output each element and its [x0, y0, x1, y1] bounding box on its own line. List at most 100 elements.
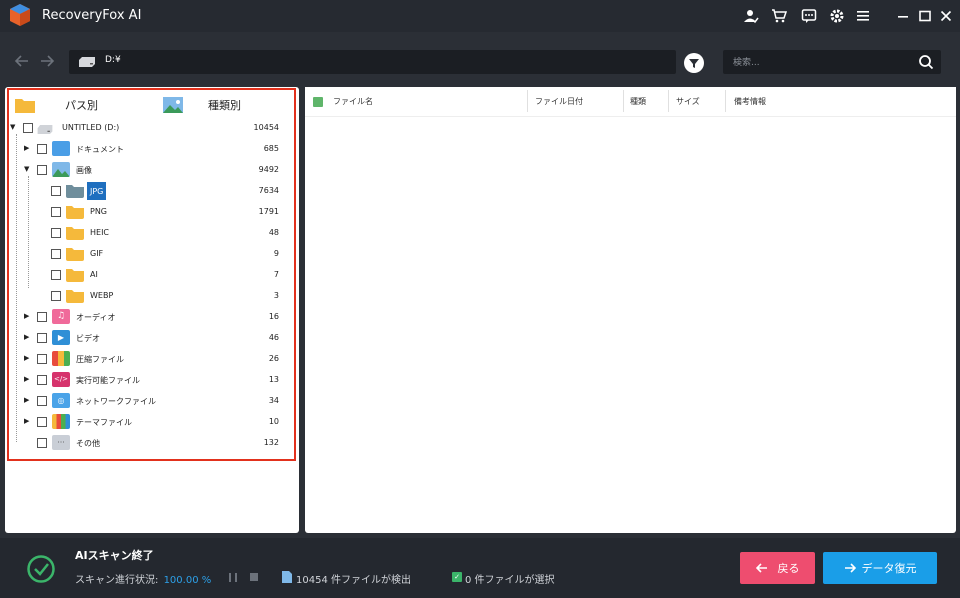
- collapsed-arrow-icon[interactable]: ▶: [24, 312, 29, 320]
- tree-label: ドキュメント: [76, 145, 124, 154]
- expanded-arrow-icon[interactable]: ▼: [10, 123, 15, 131]
- tree-row-other[interactable]: ··· その他 132: [5, 433, 285, 454]
- collapsed-arrow-icon[interactable]: ▶: [24, 354, 29, 362]
- tree-label: JPG: [87, 182, 107, 200]
- file-list-header: ファイル名 ファイル日付 種類 サイズ 備考情報: [305, 87, 956, 117]
- checkbox[interactable]: [51, 249, 61, 259]
- tree-count: 48: [268, 228, 279, 237]
- column-type[interactable]: 種類: [630, 96, 646, 107]
- archive-folder-icon: [52, 351, 70, 366]
- column-notes[interactable]: 備考情報: [734, 96, 766, 107]
- tab-by-type[interactable]: 種類別: [163, 94, 241, 116]
- checkbox[interactable]: [37, 144, 47, 154]
- back-button[interactable]: 戻る: [740, 552, 815, 584]
- tree-label: 実行可能ファイル: [76, 376, 140, 385]
- column-file-date[interactable]: ファイル日付: [535, 96, 583, 107]
- tree-label: WEBP: [90, 291, 114, 300]
- tree-row-jpg[interactable]: JPG 7634: [5, 181, 285, 202]
- checkbox[interactable]: [37, 375, 47, 385]
- menu-icon[interactable]: [852, 5, 874, 27]
- file-icon: [282, 571, 292, 583]
- close-icon[interactable]: [935, 5, 957, 27]
- theme-folder-icon: [52, 414, 70, 429]
- column-file-name[interactable]: ファイル名: [333, 96, 373, 107]
- checkbox[interactable]: [37, 396, 47, 406]
- tree-row-executable[interactable]: ▶ </> 実行可能ファイル 13: [5, 370, 285, 391]
- tab-by-path-label: パス別: [65, 99, 98, 112]
- collapsed-arrow-icon[interactable]: ▶: [24, 333, 29, 341]
- checkbox[interactable]: [37, 165, 47, 175]
- tree-row-theme[interactable]: ▶ テーマファイル 10: [5, 412, 285, 433]
- checkbox[interactable]: [51, 186, 61, 196]
- checkbox[interactable]: [51, 228, 61, 238]
- checkbox[interactable]: [37, 312, 47, 322]
- tree-row-heic[interactable]: HEIC 48: [5, 223, 285, 244]
- folder-icon: [15, 99, 35, 113]
- tree-row-root[interactable]: ▼ UNTITLED (D:) 10454: [5, 118, 285, 139]
- checkbox[interactable]: [51, 207, 61, 217]
- tree-row-gif[interactable]: GIF 9: [5, 244, 285, 265]
- forward-arrow-icon[interactable]: [37, 50, 59, 72]
- column-divider: [527, 90, 528, 112]
- feedback-icon[interactable]: [798, 5, 820, 27]
- account-icon[interactable]: [740, 5, 762, 27]
- collapsed-arrow-icon[interactable]: ▶: [24, 396, 29, 404]
- status-bar: AIスキャン終了 スキャン進行状況: 100.00 % 10454 件ファイルが…: [0, 538, 960, 598]
- checkbox[interactable]: [23, 123, 33, 133]
- search-input[interactable]: 検索...: [723, 50, 941, 74]
- search-icon[interactable]: [918, 54, 934, 70]
- minimize-icon[interactable]: [892, 5, 914, 27]
- stop-icon[interactable]: [250, 573, 258, 581]
- cart-icon[interactable]: [768, 5, 790, 27]
- tree-count: 10454: [253, 123, 279, 132]
- current-path: D:¥: [105, 55, 121, 65]
- folder-icon: [66, 185, 84, 198]
- tree-label: テーマファイル: [76, 418, 132, 427]
- collapsed-arrow-icon[interactable]: ▶: [24, 375, 29, 383]
- recover-data-button[interactable]: データ復元: [823, 552, 937, 584]
- network-folder-icon: ◎: [52, 393, 70, 408]
- tree-row-png[interactable]: PNG 1791: [5, 202, 285, 223]
- scan-status-title: AIスキャン終了: [75, 549, 154, 562]
- checkbox[interactable]: [37, 354, 47, 364]
- tree-count: 10: [268, 417, 279, 426]
- files-selected-text: 0 件ファイルが選択: [465, 575, 555, 586]
- tree-count: 7: [273, 270, 279, 279]
- checkbox[interactable]: [37, 333, 47, 343]
- checkbox[interactable]: [37, 438, 47, 448]
- tree-label: GIF: [90, 249, 104, 258]
- tab-by-path[interactable]: パス別: [15, 94, 98, 116]
- tree-count: 46: [268, 333, 279, 342]
- other-folder-icon: ···: [52, 435, 70, 450]
- settings-gear-icon[interactable]: [826, 5, 848, 27]
- path-bar[interactable]: D:¥: [69, 50, 676, 74]
- tree-row-archive[interactable]: ▶ 圧縮ファイル 26: [5, 349, 285, 370]
- tree-row-documents[interactable]: ▶ ドキュメント 685: [5, 139, 285, 160]
- drive-icon: [37, 125, 53, 134]
- tree-row-images[interactable]: ▼ 画像 9492: [5, 160, 285, 181]
- tree-count: 9492: [258, 165, 279, 174]
- tree-row-audio[interactable]: ▶ ♫ オーディオ 16: [5, 307, 285, 328]
- category-panel: パス別 種類別 ▼ UNTITLED (D:) 10454 ▶ ドキュメント 6…: [5, 87, 299, 533]
- checkbox[interactable]: [51, 291, 61, 301]
- maximize-icon[interactable]: [914, 5, 936, 27]
- title-bar: RecoveryFox AI: [0, 0, 960, 32]
- checkbox[interactable]: [37, 417, 47, 427]
- checkbox[interactable]: [51, 270, 61, 280]
- expanded-arrow-icon[interactable]: ▼: [24, 165, 29, 173]
- tree-row-video[interactable]: ▶ ▶ ビデオ 46: [5, 328, 285, 349]
- select-all-checkbox[interactable]: [313, 97, 323, 107]
- filter-icon[interactable]: [684, 53, 704, 73]
- column-size[interactable]: サイズ: [676, 96, 700, 107]
- tree-count: 7634: [258, 186, 279, 195]
- tree-row-network[interactable]: ▶ ◎ ネットワークファイル 34: [5, 391, 285, 412]
- collapsed-arrow-icon[interactable]: ▶: [24, 417, 29, 425]
- pause-icon[interactable]: [229, 573, 237, 582]
- tree-label: AI: [90, 270, 98, 279]
- tree-label: その他: [76, 439, 100, 448]
- tree-row-ai[interactable]: AI 7: [5, 265, 285, 286]
- tree-row-webp[interactable]: WEBP 3: [5, 286, 285, 307]
- collapsed-arrow-icon[interactable]: ▶: [24, 144, 29, 152]
- back-arrow-icon[interactable]: [10, 50, 32, 72]
- tree-label: 画像: [76, 166, 92, 175]
